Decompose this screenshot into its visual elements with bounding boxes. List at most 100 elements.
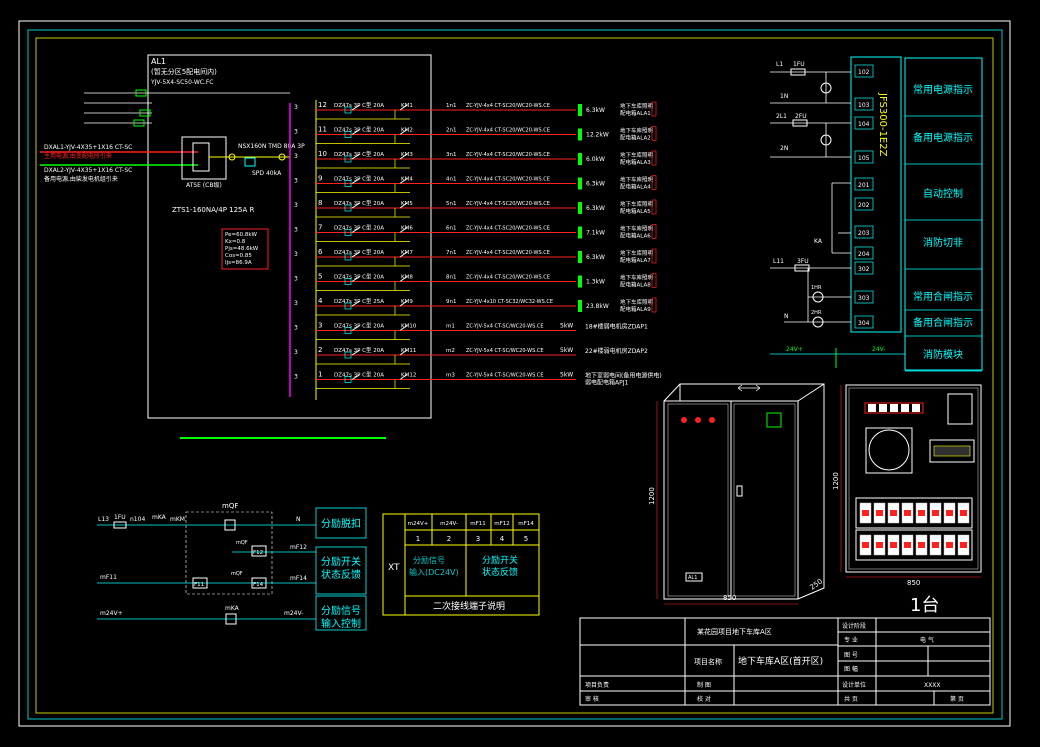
terminal-label: 303 (858, 295, 870, 302)
terminal-label: 202 (858, 202, 870, 209)
terminal-table: XT m24V+ 1 m24V- 2 mF11 3 mF12 4 mF14 5 分励信号输入(DC… (382, 513, 540, 616)
circuit-row: 1 3 DZ47s 3P C型 20A KM12 m3 ZC-YJV-5x4 CT-SC/… (294, 371, 662, 389)
circuit-phase: 3 (294, 300, 298, 307)
circuit-kw: 6.3kW (586, 107, 605, 114)
trip-label: 分励信号 (321, 604, 361, 617)
ctrl-fu1: 1FU (793, 61, 805, 68)
circuit-desc: 地下室弱电间(备用电源供电) (585, 372, 662, 380)
tb-check: 校 对 (697, 695, 711, 703)
right-label: 消防切非 (923, 236, 963, 249)
breaker-icon (887, 502, 900, 524)
tb-major-label: 专 业 (844, 636, 858, 644)
cabinet-front: AL1 1200 850 250 (648, 383, 825, 605)
switch-model: ZTS1-160NA/4P 125A R (172, 206, 255, 214)
incoming-line4: 备用电源,由柴发电机组引来 (44, 175, 118, 183)
trip-fu: 1FU (114, 514, 126, 521)
circuit-row: 6 3 DZ47s 3P C型 20A KM7 7n1 ZC-YJV-4x4 CT-SC2… (294, 248, 657, 267)
breaker-icon (957, 534, 970, 556)
circuit-loop: 3n1 (446, 152, 456, 158)
ctrl-lamp2: 2HR (811, 310, 822, 316)
terminal: 302 (854, 261, 874, 275)
cabinet-nameplate: AL1 (688, 575, 697, 581)
terminal: 104 (854, 116, 874, 130)
circuit-desc: 地下车库照明 (620, 127, 654, 135)
term-number: 3 (476, 535, 480, 543)
trip-n: N (296, 516, 301, 523)
circuit-cable: ZC-YJV-4x4 CT-SC20/WC20-WS.CE (466, 103, 550, 109)
circuit-contact: KM5 (401, 201, 413, 207)
ctrl-ac1: 24V+ (786, 346, 803, 353)
circuit-contact: KM12 (401, 373, 416, 379)
circuit-kw: 6.3kW (586, 254, 605, 261)
tb-unit-label: 设计单位 (842, 681, 866, 689)
circuit-row: 2 3 DZ47s 3P C型 20A KM11 m2 ZC-YJV-5x4 CT-SC/… (294, 346, 648, 365)
trip-label-cell: 分励开关状态反馈 (315, 546, 367, 595)
breaker-icon (929, 502, 942, 524)
circuit-row: 9 3 DZ47s 3P C型 20A KM4 4n1 ZC-YJV-4x4 CT-SC2… (294, 175, 657, 193)
circuit-no: 8 (318, 199, 322, 207)
term-number: 1 (416, 535, 420, 543)
circuit-contact: KM6 (401, 226, 413, 232)
ctrl-lamp1: 1HR (811, 285, 822, 291)
trip-m24v-minus: m24V- (284, 610, 303, 617)
circuit-no: 1 (318, 371, 322, 379)
breaker-icon (957, 502, 970, 524)
term-caption: 二次接线端子说明 (433, 600, 505, 612)
circuit-loop: 2n1 (446, 128, 456, 134)
term-header: m24V- (440, 521, 458, 527)
circuit-breaker: DZ47s 3P C型 25A (334, 297, 384, 305)
circuit-group: 123 DZ47s 3P C型 20A KM1 1n1 ZC-YJV-4x4 CT-SC… (294, 101, 662, 389)
right-label-cell: 自动控制 (905, 187, 982, 221)
right-label: 备用电源指示 (913, 131, 973, 144)
circuit-breaker: DZ47s 3P C型 20A (334, 150, 384, 158)
term-number: 2 (447, 535, 451, 543)
trip-label: 状态反馈 (321, 568, 361, 581)
circuit-breaker: DZ47s 3P C型 20A (334, 322, 384, 330)
circuit-desc: 地下车库照明 (620, 200, 654, 208)
circuit-desc: 18#楼弱电机房ZDAP1 (585, 323, 648, 331)
tb-page: 第 页 (950, 695, 964, 703)
circuit-contact: KM11 (401, 348, 416, 354)
circuit-phase: 3 (294, 374, 298, 381)
circuit-desc: 弱电配电箱APJ1 (585, 379, 628, 387)
circuit-desc: 配电箱ALA9 (620, 305, 651, 313)
circuit-kw: 5kW (560, 323, 573, 330)
circuit-phase: 3 (294, 227, 298, 234)
rating-text: Pe=60.8kW Kx=0.8 Pjs=48.6kW Cos=0.85 Ijs=86.… (225, 232, 259, 266)
circuit-desc: 配电箱ALA7 (620, 256, 651, 264)
circuit-contact: KM3 (401, 152, 413, 158)
right-label: 备用合闸指示 (913, 316, 973, 329)
panel-id: AL1 (151, 57, 166, 66)
circuit-desc: 地下车库照明 (620, 151, 654, 159)
circuit-desc: 地下车库照明 (620, 225, 654, 233)
circuit-breaker: DZ47s 3P C型 20A (334, 126, 384, 134)
tb-name: 地下车库A区(首开区) (738, 655, 823, 667)
ctrl-fu2: 2FU (795, 113, 807, 120)
circuit-loop: 5n1 (446, 201, 456, 207)
breaker-icon (943, 502, 956, 524)
tb-major-value: 电 气 (920, 636, 934, 644)
circuit-breaker: DZ47s 3P C型 20A (334, 199, 384, 207)
circuit-contact: KM1 (401, 103, 413, 109)
right-label-cell: 常用合闸指示 (905, 290, 982, 311)
circuit-contact: KM2 (401, 128, 413, 134)
circuit-loop: m1 (446, 324, 455, 330)
circuit-desc: 地下车库照明 (620, 274, 654, 282)
right-label-cell: 备用电源指示 (905, 131, 982, 165)
top-breaker-icon (912, 404, 920, 412)
circuit-no: 3 (318, 322, 322, 330)
circuit-row: 3 3 DZ47s 3P C型 20A KM10 m1 ZC-YJV-5x4 CT-SC/… (294, 322, 648, 340)
circuit-loop: 7n1 (446, 250, 456, 256)
circuit-no: 10 (318, 150, 327, 158)
terminal-label: 302 (858, 266, 870, 273)
circuit-desc: 配电箱ALA6 (620, 232, 651, 240)
terminal-label: 102 (858, 69, 870, 76)
drawing-canvas: AL1 (暂无分区5配电间内) YJV-5X4-SC50-WC.FC DXAL1… (18, 20, 1011, 727)
circuit-phase: 3 (294, 349, 298, 356)
breaker-icon (915, 502, 928, 524)
ctrl-l11: L11 (773, 258, 784, 265)
circuit-kw: 12.2kW (586, 132, 609, 139)
terminal: 304 (854, 315, 874, 329)
circuit-loop: 1n1 (446, 103, 456, 109)
term-number: 5 (524, 535, 528, 543)
